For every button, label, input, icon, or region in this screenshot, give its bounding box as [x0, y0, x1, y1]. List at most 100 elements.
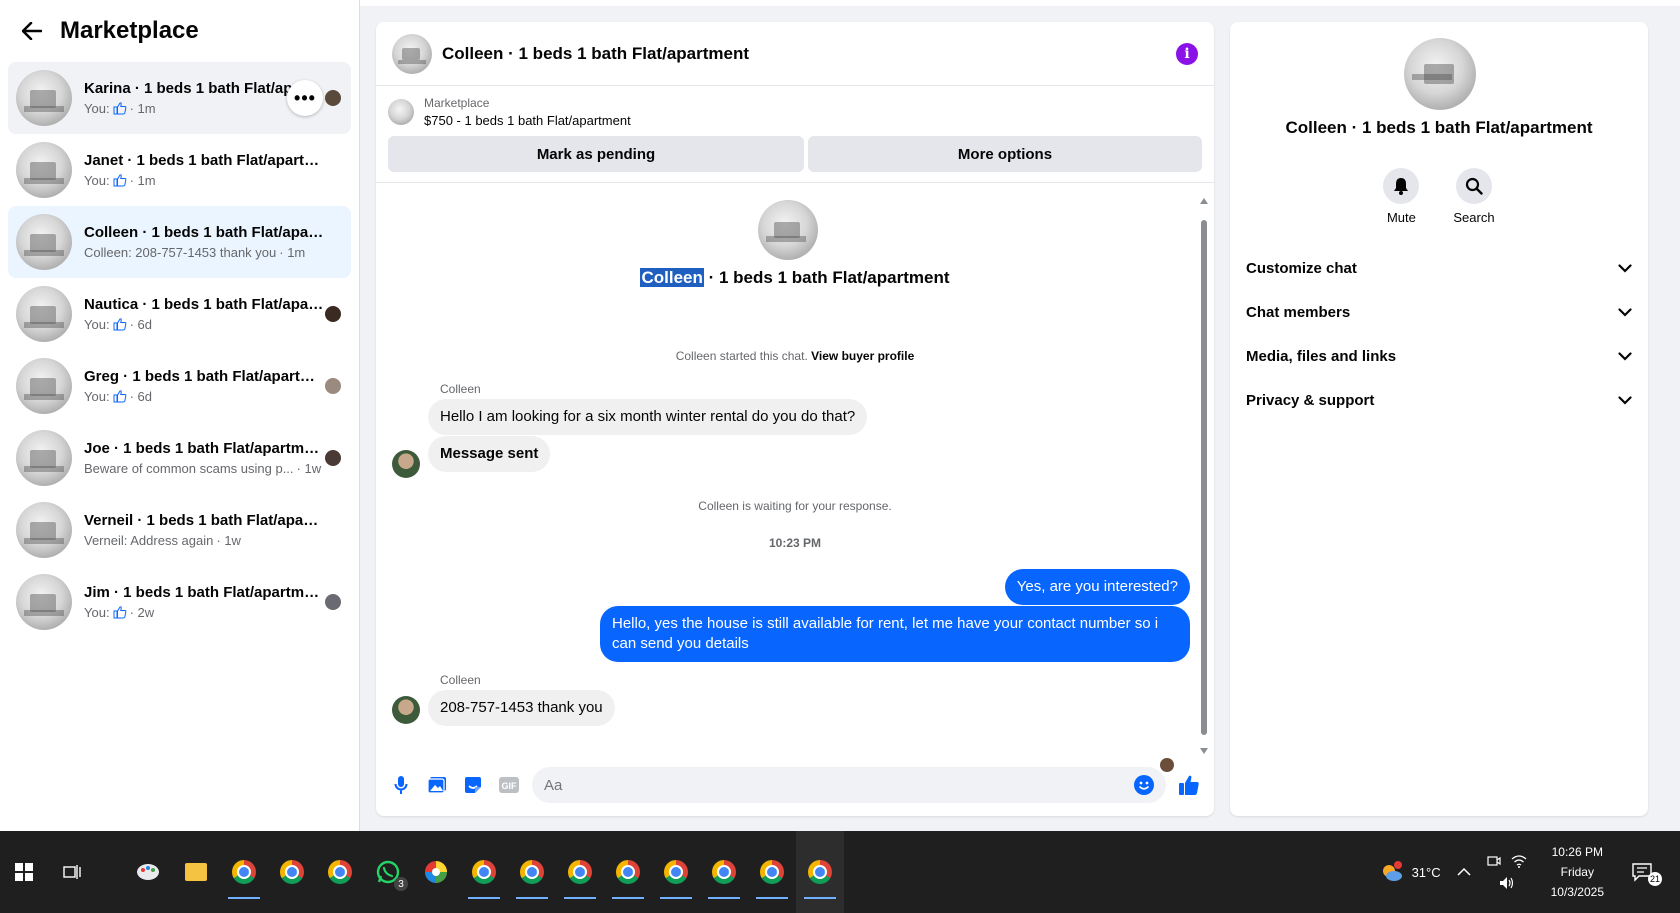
outgoing-message[interactable]: Hello, yes the house is still available … — [600, 606, 1190, 662]
start-button[interactable] — [0, 831, 48, 913]
thread-avatar — [758, 200, 818, 260]
whatsapp-badge: 3 — [394, 877, 408, 891]
conversation-preview: Beware of common scams using p... · 1w — [84, 461, 343, 476]
clock-date: 10/3/2025 — [1550, 885, 1604, 899]
conversation-item[interactable]: Joe · 1 beds 1 bath Flat/apartment Bewar… — [8, 422, 351, 494]
gif-icon[interactable]: GIF — [496, 772, 522, 798]
conversation-item[interactable]: Greg · 1 beds 1 bath Flat/apartm... You:… — [8, 350, 351, 422]
svg-text:GIF: GIF — [502, 781, 518, 791]
taskbar-app-chrome-1[interactable] — [220, 831, 268, 913]
listing-thumbnail — [388, 99, 414, 125]
weather-widget[interactable]: 31°C — [1380, 861, 1441, 883]
details-section-media-files-and-links[interactable]: Media, files and links — [1238, 334, 1640, 378]
details-section-privacy-support[interactable]: Privacy & support — [1238, 378, 1640, 422]
scroll-down-icon[interactable] — [1200, 748, 1208, 754]
info-icon[interactable]: i — [1176, 42, 1198, 65]
conversation-preview: You: · 6d — [84, 389, 343, 404]
preview-prefix: You: — [84, 605, 110, 620]
taskbar-app-chrome-9[interactable] — [700, 831, 748, 913]
emoji-icon[interactable] — [1134, 775, 1154, 795]
seen-avatar — [325, 90, 341, 106]
notification-center-button[interactable]: 21 — [1628, 862, 1662, 886]
outgoing-message[interactable]: Yes, are you interested? — [1004, 569, 1190, 605]
conversation-name: Colleen · 1 beds 1 bath Flat/apartm... — [84, 224, 324, 241]
color-wheel-icon — [425, 861, 447, 883]
sender-label: Colleen — [440, 382, 481, 396]
conversation-item[interactable]: Verneil · 1 beds 1 bath Flat/apartm... V… — [8, 494, 351, 566]
chrome-icon — [808, 860, 832, 884]
message-input[interactable] — [544, 776, 1134, 794]
taskbar-app-photos[interactable] — [412, 831, 460, 913]
incoming-message[interactable]: 208-757-1453 thank you — [428, 690, 615, 726]
taskbar-app-paint[interactable] — [124, 831, 172, 913]
taskbar-app-file-explorer[interactable] — [172, 831, 220, 913]
preview-prefix: You: — [84, 389, 110, 404]
view-buyer-profile-link[interactable]: View buyer profile — [811, 349, 914, 363]
microphone-icon[interactable] — [388, 772, 414, 798]
message-input-container[interactable] — [532, 767, 1166, 803]
mute-button[interactable]: Mute — [1383, 168, 1420, 225]
scroll-thumb[interactable] — [1201, 220, 1207, 735]
chat-header-title[interactable]: Colleen · 1 beds 1 bath Flat/apartment — [442, 44, 749, 64]
details-section-chat-members[interactable]: Chat members — [1238, 290, 1640, 334]
conversation-preview: You: · 1m — [84, 173, 343, 188]
sidebar-title: Marketplace — [60, 17, 199, 44]
sender-avatar[interactable] — [392, 696, 420, 724]
show-hidden-icons-button[interactable] — [1457, 867, 1471, 877]
conversation-item[interactable]: Jim · 1 beds 1 bath Flat/apartment You: ·… — [8, 566, 351, 638]
taskbar-app-chrome-2[interactable] — [268, 831, 316, 913]
conversation-item[interactable]: Janet · 1 beds 1 bath Flat/apartment You… — [8, 134, 351, 206]
details-section-customize-chat[interactable]: Customize chat — [1238, 246, 1640, 290]
network-volume-group[interactable] — [1487, 854, 1527, 890]
more-options-icon[interactable]: ••• — [287, 80, 323, 116]
conversation-item[interactable]: Nautica · 1 beds 1 bath Flat/apar... You… — [8, 278, 351, 350]
preview-prefix: You: — [84, 101, 110, 116]
chat-header-avatar[interactable] — [392, 33, 432, 74]
seen-avatar — [325, 450, 341, 466]
photo-icon[interactable] — [424, 772, 450, 798]
incoming-message[interactable]: Message sent — [428, 436, 551, 472]
system-clock[interactable]: 10:26 PM Friday 10/3/2025 — [1551, 842, 1604, 902]
taskbar-app-whatsapp[interactable]: 3 — [364, 831, 412, 913]
thread-title: Colleen · 1 beds 1 bath Flat/apartment — [376, 268, 1214, 288]
taskbar-app-chrome-4[interactable] — [460, 831, 508, 913]
like-icon — [113, 390, 127, 403]
conversation-name: Jim · 1 beds 1 bath Flat/apartment — [84, 584, 324, 601]
back-arrow-icon[interactable] — [20, 19, 44, 43]
taskbar-app-chrome-6[interactable] — [556, 831, 604, 913]
task-view-icon — [63, 865, 81, 879]
chrome-icon — [328, 860, 352, 884]
taskbar-app-chrome-11[interactable] — [796, 831, 844, 913]
bell-icon — [1383, 168, 1420, 204]
seen-avatar — [325, 594, 341, 610]
chat-started-text: Colleen started this chat. — [675, 349, 808, 363]
listing-row[interactable]: Marketplace $750 - 1 beds 1 bath Flat/ap… — [388, 96, 1202, 128]
sticker-icon[interactable] — [460, 772, 486, 798]
mark-as-pending-button[interactable]: Mark as pending — [388, 136, 804, 172]
chevron-up-icon — [1457, 867, 1471, 876]
seen-avatar — [325, 306, 341, 322]
conversation-preview: Colleen: 208-757-1453 thank you · 1m — [84, 245, 343, 260]
incoming-message[interactable]: Hello I am looking for a six month winte… — [428, 399, 868, 435]
taskbar-app-chrome-10[interactable] — [748, 831, 796, 913]
taskbar-app-chrome-7[interactable] — [604, 831, 652, 913]
sender-avatar[interactable] — [392, 450, 420, 478]
chevron-down-icon — [1618, 260, 1632, 277]
details-title: Colleen · 1 beds 1 bath Flat/apartment — [1285, 118, 1593, 137]
wifi-icon — [1511, 855, 1527, 868]
search-button[interactable]: Search — [1453, 168, 1495, 225]
task-view-button[interactable] — [48, 831, 96, 913]
taskbar-app-chrome-5[interactable] — [508, 831, 556, 913]
like-send-icon[interactable] — [1176, 772, 1202, 798]
section-label: Media, files and links — [1246, 347, 1397, 365]
scroll-up-icon[interactable] — [1200, 198, 1208, 204]
conversation-item[interactable]: Karina · 1 beds 1 bath Flat/apartment Yo… — [8, 62, 351, 134]
conversation-item[interactable]: Colleen · 1 beds 1 bath Flat/apartm... C… — [8, 206, 351, 278]
taskbar-app-chrome-3[interactable] — [316, 831, 364, 913]
system-tray: 31°C 10:26 PM Friday 10/3/2025 21 — [1372, 831, 1680, 913]
windows-taskbar: 3 31°C 10:26 PM Friday 10/3/2025 21 — [0, 831, 1680, 913]
more-options-button[interactable]: More options — [808, 136, 1202, 172]
listing-price: $750 - 1 beds 1 bath Flat/apartment — [424, 113, 631, 128]
conversation-thumbnail — [16, 142, 72, 198]
taskbar-app-chrome-8[interactable] — [652, 831, 700, 913]
